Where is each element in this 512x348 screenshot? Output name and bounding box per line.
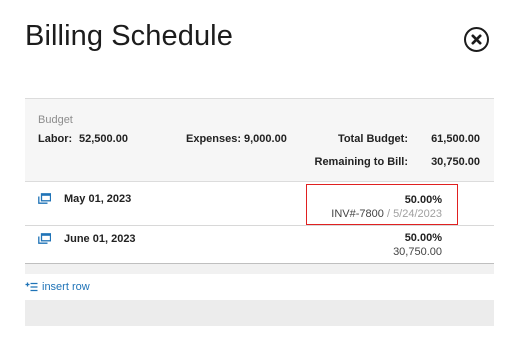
row-amount[interactable]: 30,750.00 <box>393 246 442 258</box>
page-title: Billing Schedule <box>25 20 233 52</box>
remaining-label: Remaining to Bill: <box>314 156 409 168</box>
insert-row-button[interactable]: insert row <box>25 281 90 293</box>
row-date[interactable]: May 01, 2023 <box>64 193 131 205</box>
highlight-box <box>306 184 458 225</box>
remaining-value: 30,750.00 <box>431 156 480 168</box>
row-date[interactable]: June 01, 2023 <box>64 233 136 245</box>
row-percent[interactable]: 50.00% <box>405 232 442 244</box>
total-budget-label: Total Budget: <box>337 133 408 145</box>
total-budget-value: 61,500.00 <box>431 133 480 145</box>
copy-window-icon[interactable] <box>38 193 51 204</box>
insert-row-label[interactable]: insert row <box>42 281 90 293</box>
budget-caption: Budget <box>38 114 73 126</box>
footer-bar <box>25 300 494 326</box>
table-bottom-strip <box>25 264 494 274</box>
close-button[interactable] <box>464 27 489 52</box>
labor-label: Labor: <box>38 133 73 145</box>
expenses-value: 9,000.00 <box>244 133 287 145</box>
insert-row-icon <box>25 282 38 292</box>
copy-window-icon[interactable] <box>38 233 51 244</box>
expenses-label: Expenses: <box>186 133 242 145</box>
labor-value: 52,500.00 <box>79 133 128 145</box>
close-icon <box>471 34 482 45</box>
budget-summary: Budget Labor: 52,500.00 Expenses: 9,000.… <box>25 98 494 182</box>
schedule-row: June 01, 2023 50.00% 30,750.00 <box>25 226 494 264</box>
